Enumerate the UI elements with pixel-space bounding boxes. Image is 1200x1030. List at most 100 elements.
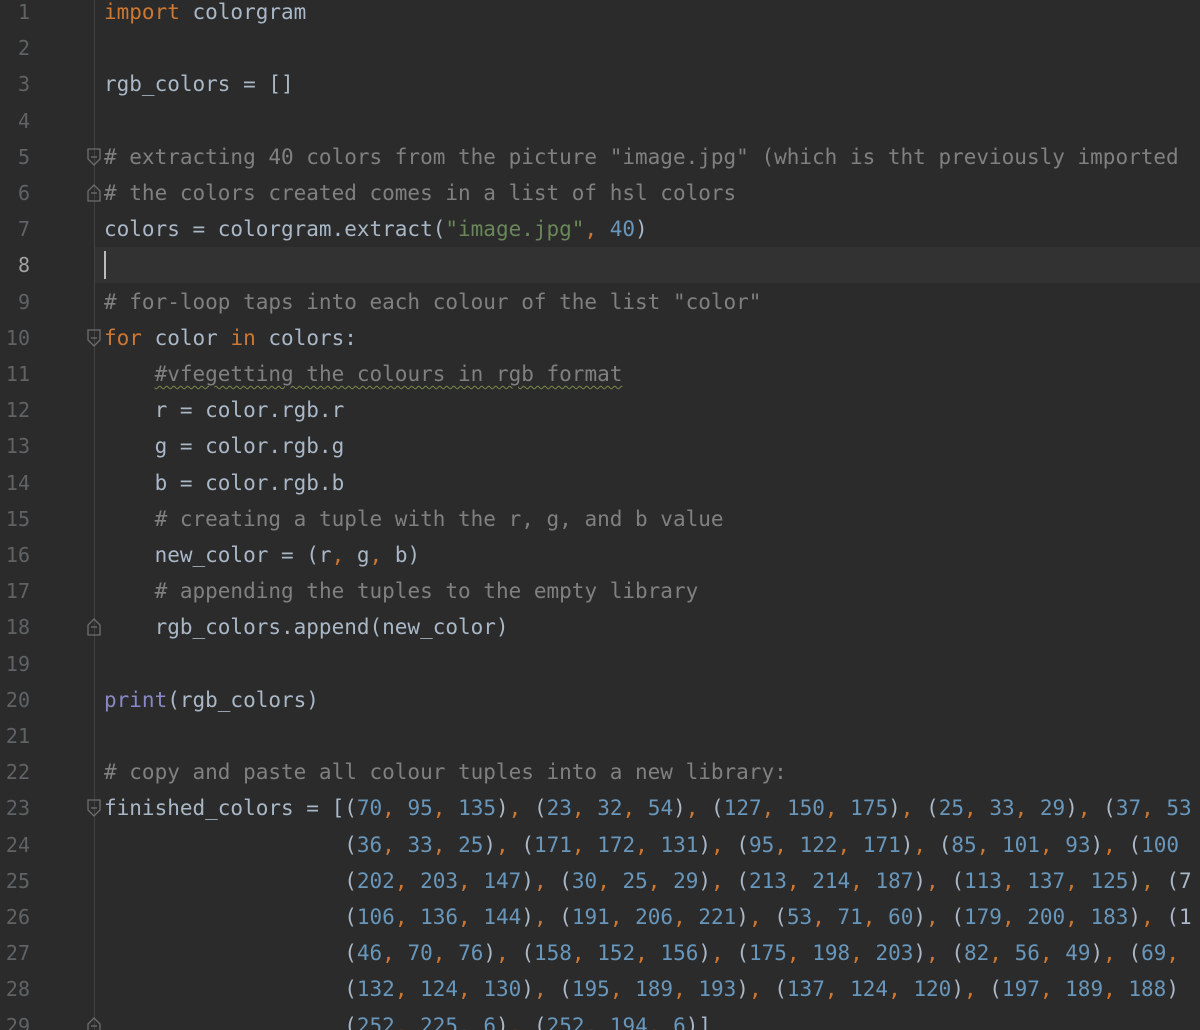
line-number[interactable]: 26 bbox=[0, 899, 30, 935]
code-token: , bbox=[976, 832, 1002, 857]
line-number[interactable]: 24 bbox=[0, 827, 30, 863]
line-number[interactable]: 28 bbox=[0, 971, 30, 1007]
code-token: ) bbox=[1090, 832, 1104, 857]
line-number[interactable]: 21 bbox=[0, 718, 30, 754]
code-token: , bbox=[1103, 832, 1129, 857]
line-number[interactable]: 16 bbox=[0, 537, 30, 573]
fold-end-icon[interactable] bbox=[86, 617, 102, 637]
code-token: 206 bbox=[635, 905, 674, 929]
line-number[interactable]: 11 bbox=[0, 356, 30, 392]
code-token: ) bbox=[698, 832, 712, 857]
code-line[interactable]: (132, 124, 130), (195, 189, 193), (137, … bbox=[104, 971, 1179, 1007]
code-line[interactable]: print(rgb_colors) bbox=[104, 682, 319, 718]
code-token: ( bbox=[533, 1013, 547, 1030]
line-number[interactable]: 17 bbox=[0, 573, 30, 609]
code-token: 93 bbox=[1065, 832, 1091, 857]
line-number[interactable]: 20 bbox=[0, 682, 30, 718]
code-token: ( bbox=[736, 832, 749, 857]
code-line[interactable]: for color in colors: bbox=[104, 320, 357, 356]
code-token: 85 bbox=[951, 832, 977, 857]
line-number[interactable]: 18 bbox=[0, 609, 30, 645]
code-editor[interactable]: 1 import colorgram 2 3 rgb_colors = [] 4 5 # ex… bbox=[0, 0, 1200, 1030]
fold-start-icon[interactable] bbox=[86, 328, 102, 348]
line-number[interactable]: 22 bbox=[0, 754, 30, 790]
code-token: , bbox=[1141, 796, 1167, 821]
code-token: 193 bbox=[698, 977, 737, 1002]
fold-end-icon[interactable] bbox=[86, 183, 102, 203]
code-token: 137 bbox=[786, 977, 825, 1002]
fold-start-icon[interactable] bbox=[86, 147, 102, 167]
code-line[interactable]: (106, 136, 144), (191, 206, 221), (53, 7… bbox=[104, 899, 1191, 935]
code-token: 158 bbox=[533, 941, 572, 966]
code-line[interactable]: rgb_colors.append(new_color) bbox=[104, 609, 509, 645]
code-token: 70 bbox=[407, 941, 433, 966]
code-token: , bbox=[913, 832, 939, 857]
code-line[interactable]: # the colors created comes in a list of … bbox=[104, 175, 736, 211]
code-line[interactable]: (202, 203, 147), (30, 25, 29), (213, 214… bbox=[104, 863, 1192, 899]
code-line[interactable]: #vfegetting the colours in rgb format bbox=[104, 356, 623, 392]
code-token: # copy and paste all colour tuples into … bbox=[104, 760, 787, 785]
code-line[interactable]: rgb_colors = [] bbox=[104, 66, 294, 102]
line-number[interactable]: 4 bbox=[0, 103, 30, 139]
line-number[interactable]: 2 bbox=[0, 30, 30, 66]
code-line[interactable]: b = color.rgb.b bbox=[104, 465, 345, 501]
code-token: 225 bbox=[420, 1013, 459, 1030]
code-token: ( bbox=[104, 868, 357, 893]
line-number[interactable]: 5 bbox=[0, 139, 30, 175]
code-line[interactable]: new_color = (r, g, b) bbox=[104, 537, 421, 573]
code-token: 194 bbox=[609, 1013, 648, 1030]
code-token: , bbox=[824, 796, 851, 821]
code-token: ) bbox=[951, 977, 964, 1002]
code-line[interactable]: (46, 70, 76), (158, 152, 156), (175, 198… bbox=[104, 935, 1179, 971]
code-token: 200 bbox=[1027, 905, 1066, 929]
line-number[interactable]: 1 bbox=[0, 0, 30, 30]
line-number[interactable]: 7 bbox=[0, 211, 30, 247]
line-number[interactable]: 29 bbox=[0, 1008, 30, 1030]
code-token: 191 bbox=[571, 905, 610, 929]
code-line[interactable]: colors = colorgram.extract("image.jpg", … bbox=[104, 211, 648, 247]
code-line[interactable]: g = color.rgb.g bbox=[104, 428, 345, 464]
code-token: , bbox=[748, 905, 775, 929]
code-token: , bbox=[533, 905, 560, 929]
code-line[interactable]: (252, 225, 6), (252, 194, 6)] bbox=[104, 1008, 711, 1030]
code-line[interactable]: # creating a tuple with the r, g, and b … bbox=[104, 501, 724, 537]
text-caret bbox=[104, 251, 106, 280]
line-number[interactable]: 25 bbox=[0, 863, 30, 899]
line-number[interactable]: 8 bbox=[0, 247, 30, 283]
code-line[interactable]: # extracting 40 colors from the picture … bbox=[104, 139, 1179, 175]
code-token: "image.jpg" bbox=[445, 217, 585, 242]
line-number[interactable]: 13 bbox=[0, 428, 30, 464]
code-token: ( bbox=[1128, 941, 1142, 966]
code-token: , bbox=[964, 796, 990, 821]
code-token: , bbox=[394, 1013, 421, 1030]
line-number[interactable]: 14 bbox=[0, 465, 30, 501]
code-line[interactable]: (36, 33, 25), (171, 172, 131), (95, 122,… bbox=[104, 827, 1179, 863]
code-token: (7 bbox=[1166, 868, 1192, 893]
code-line[interactable]: r = color.rgb.r bbox=[104, 392, 345, 428]
code-token: ( bbox=[711, 796, 724, 821]
fold-start-icon[interactable] bbox=[86, 798, 102, 818]
code-token: ) bbox=[1065, 796, 1078, 821]
code-token: ) bbox=[698, 868, 712, 893]
line-number[interactable]: 9 bbox=[0, 284, 30, 320]
line-number[interactable]: 10 bbox=[0, 320, 30, 356]
code-line[interactable]: import colorgram bbox=[104, 0, 306, 30]
line-number[interactable]: 19 bbox=[0, 646, 30, 682]
code-token: ) bbox=[888, 796, 901, 821]
code-line[interactable]: # copy and paste all colour tuples into … bbox=[104, 754, 787, 790]
line-number[interactable]: 15 bbox=[0, 501, 30, 537]
line-number[interactable]: 27 bbox=[0, 935, 30, 971]
line-number[interactable]: 23 bbox=[0, 790, 30, 826]
code-line[interactable]: # appending the tuples to the empty libr… bbox=[104, 573, 699, 609]
code-token: ) bbox=[1090, 941, 1104, 966]
code-line[interactable]: finished_colors = [(70, 95, 135), (23, 3… bbox=[104, 790, 1192, 826]
line-number[interactable]: 6 bbox=[0, 175, 30, 211]
code-token: ) bbox=[496, 796, 509, 821]
fold-end-icon[interactable] bbox=[86, 1016, 102, 1030]
code-token: 70 bbox=[356, 796, 383, 821]
code-token: , bbox=[458, 905, 484, 929]
line-number[interactable]: 3 bbox=[0, 66, 30, 102]
line-number[interactable]: 12 bbox=[0, 392, 30, 428]
code-line[interactable]: # for-loop taps into each colour of the … bbox=[104, 284, 761, 320]
code-token: ( bbox=[559, 868, 572, 893]
